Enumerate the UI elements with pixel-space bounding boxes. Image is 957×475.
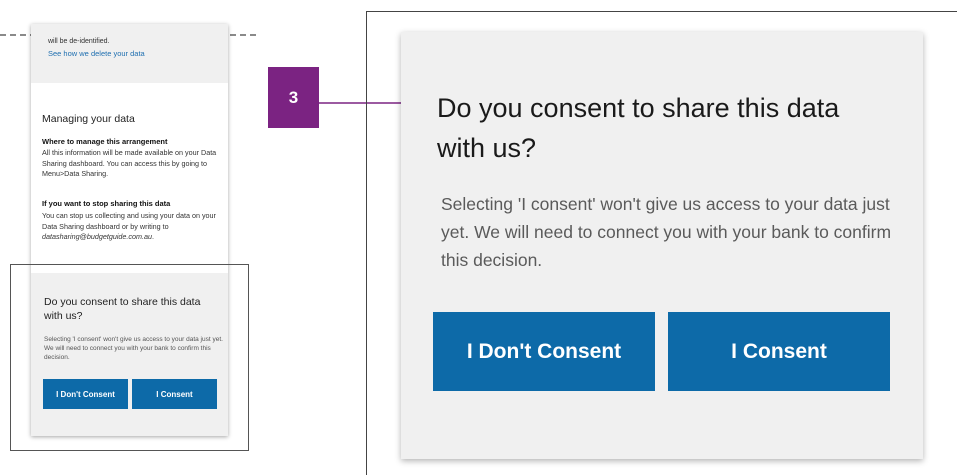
highlight-frame	[10, 264, 249, 451]
phone-top-section: will be de-identified. See how we delete…	[31, 24, 228, 83]
step-badge: 3	[268, 67, 319, 128]
stop-email[interactable]: datasharing@budgetguide.com.au	[42, 232, 152, 241]
consent-description: Selecting 'I consent' won't give us acce…	[441, 194, 892, 270]
managing-data-section: Managing your data Where to manage this …	[31, 83, 228, 273]
consent-button[interactable]: I Consent	[668, 312, 890, 391]
stop-text-suffix: .	[152, 232, 154, 242]
deidentified-text: will be de-identified.	[48, 38, 110, 45]
where-heading: Where to manage this arrangement	[42, 137, 168, 146]
stop-heading: If you want to stop sharing this data	[42, 199, 171, 208]
stop-text: You can stop us collecting and using you…	[42, 211, 226, 243]
delete-data-link[interactable]: See how we delete your data	[48, 49, 145, 58]
where-text: All this information will be made availa…	[42, 148, 217, 179]
managing-heading: Managing your data	[42, 113, 135, 125]
stop-text-prefix: You can stop us collecting and using you…	[42, 211, 216, 231]
consent-question: Do you consent to share this data with u…	[437, 93, 840, 163]
consent-card: Do you consent to share this data with u…	[401, 32, 923, 459]
dont-consent-button[interactable]: I Don't Consent	[433, 312, 655, 391]
